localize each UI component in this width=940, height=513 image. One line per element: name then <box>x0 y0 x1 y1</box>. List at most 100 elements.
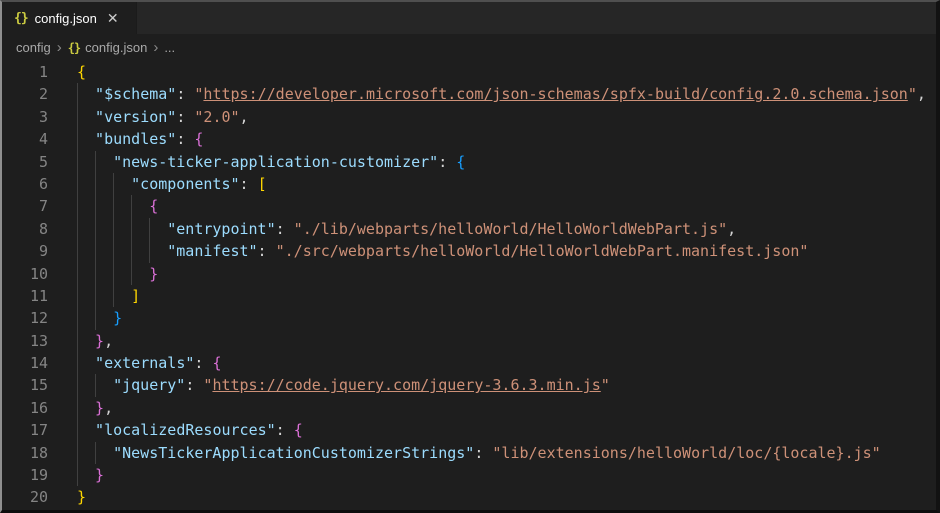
line-number: 5 <box>2 151 48 173</box>
line-number: 7 <box>2 195 48 217</box>
code-line[interactable]: 7{ <box>2 195 936 217</box>
code-text: "manifest": "./src/webparts/helloWorld/H… <box>77 240 808 262</box>
indent-guide <box>77 330 95 352</box>
code-line[interactable]: 12} <box>2 307 936 329</box>
indent-guide <box>77 128 95 150</box>
line-number: 3 <box>2 106 48 128</box>
token-key: "NewsTickerApplicationCustomizerStrings" <box>113 442 474 464</box>
code-line[interactable]: 10} <box>2 263 936 285</box>
line-number: 1 <box>2 61 48 83</box>
token-key: "jquery" <box>113 374 185 396</box>
indent-guide <box>113 218 131 240</box>
breadcrumb-item-symbol[interactable]: ... <box>164 40 175 55</box>
code-line[interactable]: 9"manifest": "./src/webparts/helloWorld/… <box>2 240 936 262</box>
line-number: 14 <box>2 352 48 374</box>
indent-guide <box>113 173 131 195</box>
token-blue: } <box>113 307 122 329</box>
url-link[interactable]: https://developer.microsoft.com/json-sch… <box>203 83 907 105</box>
code-line[interactable]: 18"NewsTickerApplicationCustomizerString… <box>2 442 936 464</box>
indent-guide <box>77 218 95 240</box>
code-line[interactable]: 6"components": [ <box>2 173 936 195</box>
code-editor[interactable]: 1{2"$schema": "https://developer.microso… <box>2 61 936 510</box>
indent-guide <box>77 397 95 419</box>
code-line[interactable]: 1{ <box>2 61 936 83</box>
code-text: }, <box>77 330 113 352</box>
indent-guide <box>149 240 167 262</box>
code-line[interactable]: 11] <box>2 285 936 307</box>
tab-config-json[interactable]: {} config.json ✕ <box>2 2 137 34</box>
json-file-icon: {} <box>14 11 28 26</box>
chevron-right-icon: › <box>57 40 62 55</box>
breadcrumb-item-file[interactable]: config.json <box>85 40 147 55</box>
tab-label: config.json <box>35 11 97 26</box>
url-link[interactable]: https://code.jquery.com/jquery-3.6.3.min… <box>212 374 600 396</box>
token-key: "components" <box>131 173 239 195</box>
token-key: "news-ticker-application-customizer" <box>113 151 438 173</box>
token-str: " <box>908 83 917 105</box>
code-line[interactable]: 17"localizedResources": { <box>2 419 936 441</box>
indent-guide <box>95 285 113 307</box>
indent-guide <box>77 285 95 307</box>
token-punct: : <box>194 352 212 374</box>
token-key: "bundles" <box>95 128 176 150</box>
code-line[interactable]: 16}, <box>2 397 936 419</box>
code-line[interactable]: 14"externals": { <box>2 352 936 374</box>
code-line[interactable]: 19} <box>2 464 936 486</box>
token-gold: { <box>77 61 86 83</box>
code-text: } <box>77 307 122 329</box>
code-text: } <box>77 486 86 508</box>
token-punct: : <box>438 151 456 173</box>
indent-guide <box>95 218 113 240</box>
indent-guide <box>77 195 95 217</box>
line-number: 11 <box>2 285 48 307</box>
code-line[interactable]: 2 "$schema": "https://developer.microsoft… <box>2 83 936 105</box>
code-line[interactable]: 3 "version": "2.0", <box>2 106 936 128</box>
token-pink: } <box>95 464 104 486</box>
code-text: ] <box>77 285 140 307</box>
code-text: { <box>77 61 86 83</box>
token-gold: [ <box>258 173 267 195</box>
token-punct: , <box>104 330 113 352</box>
indent-guide <box>77 240 95 262</box>
code-text: "$schema": "https://developer.microsoft.… <box>77 83 926 105</box>
code-line[interactable]: 8"entrypoint": "./lib/webparts/helloWorl… <box>2 218 936 240</box>
code-text: { <box>77 195 158 217</box>
code-line[interactable]: 13}, <box>2 330 936 352</box>
close-icon[interactable]: ✕ <box>107 11 119 25</box>
line-number: 20 <box>2 486 48 508</box>
indent-guide <box>149 218 167 240</box>
token-pink: } <box>95 330 104 352</box>
code-line[interactable]: 4"bundles": { <box>2 128 936 150</box>
json-file-icon: {} <box>68 41 80 55</box>
line-number: 13 <box>2 330 48 352</box>
indent-guide <box>95 263 113 285</box>
tab-bar: {} config.json ✕ <box>2 2 936 34</box>
code-line[interactable]: 15"jquery": "https://code.jquery.com/jqu… <box>2 374 936 396</box>
token-punct: : <box>276 419 294 441</box>
token-punct: : <box>176 128 194 150</box>
indent-guide <box>131 218 149 240</box>
indent-guide <box>77 352 95 374</box>
token-pink: } <box>149 263 158 285</box>
code-text: }, <box>77 397 113 419</box>
code-text: "localizedResources": { <box>77 419 303 441</box>
code-text: "version": "2.0", <box>77 106 249 128</box>
code-line[interactable]: 5"news-ticker-application-customizer": { <box>2 151 936 173</box>
token-str: "2.0" <box>194 106 239 128</box>
code-text: } <box>77 464 104 486</box>
token-punct: , <box>240 106 249 128</box>
token-punct: : <box>240 173 258 195</box>
token-pink: { <box>294 419 303 441</box>
indent-guide <box>77 151 95 173</box>
indent-guide <box>113 195 131 217</box>
line-number: 12 <box>2 307 48 329</box>
token-key: "externals" <box>95 352 194 374</box>
line-number: 8 <box>2 218 48 240</box>
line-number: 2 <box>2 83 48 105</box>
token-str: " <box>194 83 203 105</box>
breadcrumb-item-folder[interactable]: config <box>16 40 51 55</box>
breadcrumb: config › {} config.json › ... <box>2 34 936 61</box>
indent-guide <box>131 240 149 262</box>
token-str: "lib/extensions/helloWorld/loc/{locale}.… <box>492 442 880 464</box>
code-line[interactable]: 20} <box>2 486 936 508</box>
